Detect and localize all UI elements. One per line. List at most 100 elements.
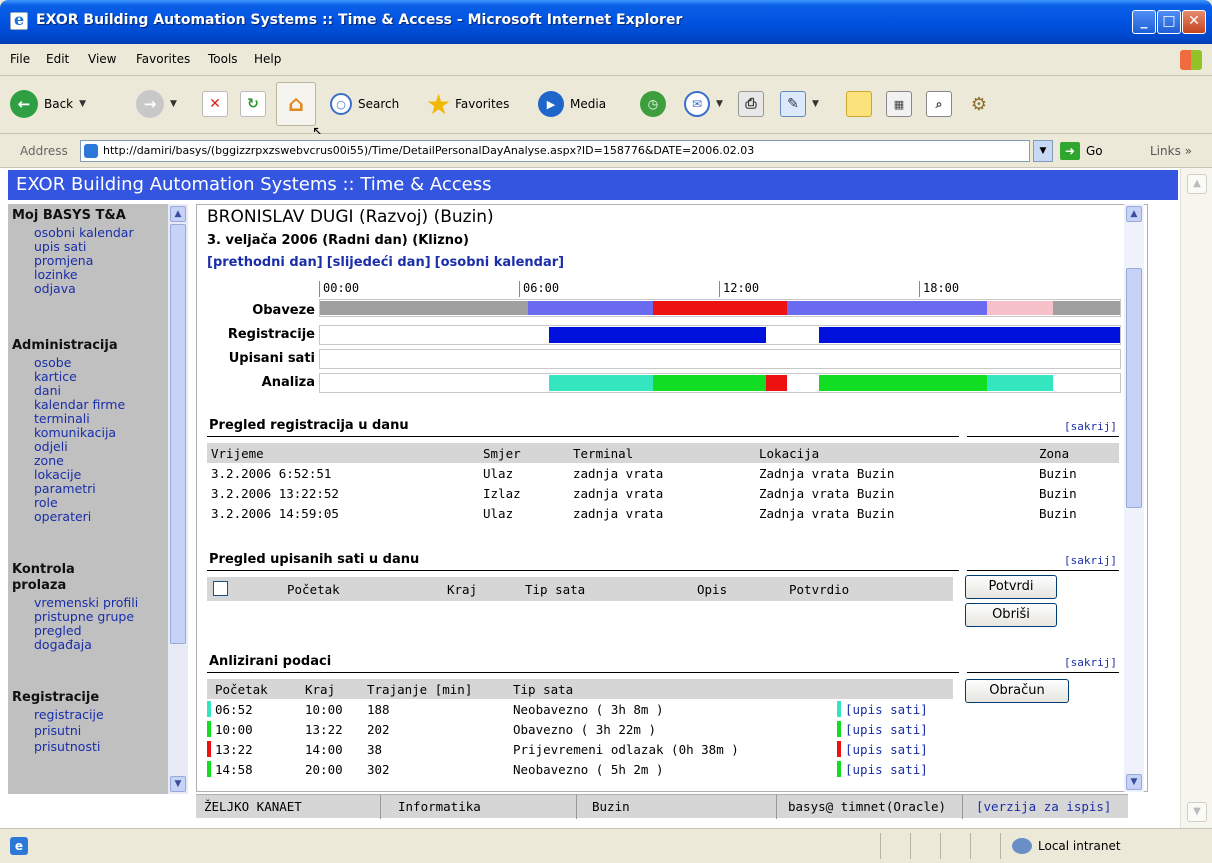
enter-hours-link[interactable]: [upis sati] [845,702,928,717]
scroll-thumb[interactable] [170,224,186,644]
back-button[interactable]: ← Back ▼ [10,88,86,120]
scroll-up-arrow-icon[interactable]: ▲ [170,206,186,222]
forward-button[interactable]: → ▼ [136,88,177,120]
sidebar-section-registracije: Registracije [12,690,100,705]
sidebar-item-odjeli[interactable]: odjeli [34,440,68,453]
sidebar-item-terminali[interactable]: terminali [34,412,90,425]
address-input[interactable]: http://damiri/basys/(bggizzrpxzswebvcrus… [80,140,1030,162]
links-button[interactable]: Links » [1150,144,1192,158]
history-button[interactable]: ◷ [640,88,666,120]
cell-time: 3.2.2006 14:59:05 [211,506,339,521]
timeline-segment [653,301,787,315]
menu-bar: File Edit View Favorites Tools Help [0,44,1212,76]
sidebar-item-dani[interactable]: dani [34,384,61,397]
confirm-button[interactable]: Potvrdi [965,575,1057,599]
sidebar-item-registracije[interactable]: registracije [34,708,104,721]
sidebar-item-kalendar-firme[interactable]: kalendar firme [34,398,125,411]
cell-zone: Buzin [1039,506,1077,521]
select-all-checkbox[interactable] [213,581,228,596]
sidebar-item-parametri[interactable]: parametri [34,482,96,495]
sidebar-item-zone[interactable]: zone [34,454,64,467]
column-header: Početak [287,582,340,597]
hide-analyzed-link[interactable]: [sakrij] [1064,656,1117,669]
personal-calendar-link[interactable]: [osobni kalendar] [435,255,564,270]
sidebar-item-osobni-kalendar[interactable]: osobni kalendar [34,226,134,239]
address-dropdown-button[interactable]: ▼ [1033,140,1053,162]
page-scrollbar[interactable]: ▲ ▼ [1180,168,1212,828]
minimize-button[interactable]: _ [1132,10,1156,34]
enter-hours-link[interactable]: [upis sati] [845,722,928,737]
scroll-up-arrow-icon[interactable]: ▲ [1126,206,1142,222]
scroll-up-arrow-icon[interactable]: ▲ [1187,174,1207,194]
scroll-down-arrow-icon[interactable]: ▼ [170,776,186,792]
close-button[interactable]: ✕ [1182,10,1206,34]
sidebar-item-kartice[interactable]: kartice [34,370,77,383]
cell-location: Zadnja vrata Buzin [759,486,895,501]
search-icon: ○ [330,93,352,115]
print-button[interactable]: ⎙ [738,88,764,120]
enter-hours-link[interactable]: [upis sati] [845,762,928,777]
delete-button[interactable]: Obriši [965,603,1057,627]
calculate-button[interactable]: Obračun [965,679,1069,703]
sidebar-item-promjena[interactable]: promjena [34,254,93,267]
cell-time: 3.2.2006 6:52:51 [211,466,332,481]
hide-entered-hours-link[interactable]: [sakrij] [1064,554,1117,567]
sidebar-item-lokacije[interactable]: lokacije [34,468,81,481]
timeline-segment [320,301,529,315]
sidebar-item-prisutnosti[interactable]: prisutnosti [34,740,100,753]
sidebar-item-prisutni[interactable]: prisutni [34,724,81,737]
sidebar-item-vremenski-profili[interactable]: vremenski profili [34,596,138,609]
menu-tools[interactable]: Tools [208,52,238,66]
discuss-button[interactable] [846,88,872,120]
home-button[interactable]: ⌂ [276,82,316,126]
mail-button[interactable]: ✉ ▼ [684,88,723,120]
menu-file[interactable]: File [10,52,30,66]
scroll-down-arrow-icon[interactable]: ▼ [1187,802,1207,822]
sidebar-item-komunikacija[interactable]: komunikacija [34,426,116,439]
go-button[interactable]: ➜ Go [1060,142,1103,160]
cell-type: Prijevremeni odlazak (0h 38m ) [513,742,739,757]
menu-help[interactable]: Help [254,52,281,66]
printer-icon: ⎙ [738,91,764,117]
scroll-down-arrow-icon[interactable]: ▼ [1126,774,1142,790]
column-header: Terminal [573,446,634,461]
next-day-link[interactable]: [slijedeći dan] [327,255,431,270]
main-scrollbar[interactable]: ▲ ▼ [1124,204,1144,792]
sidebar-item-upis-sati[interactable]: upis sati [34,240,86,253]
hide-registrations-link[interactable]: [sakrij] [1064,420,1117,433]
cell-direction: Izlaz [483,486,521,501]
column-header: Smjer [483,446,521,461]
maximize-button[interactable]: □ [1157,10,1181,34]
menu-edit[interactable]: Edit [46,52,69,66]
stop-button[interactable]: ✕ [202,88,228,120]
media-button[interactable]: ▶ Media [538,88,606,120]
messenger-button[interactable]: ⌕ [926,88,952,120]
sidebar-scrollbar[interactable]: ▲ ▼ [168,204,188,794]
menu-view[interactable]: View [88,52,116,66]
sidebar-item-operateri[interactable]: operateri [34,510,91,523]
sidebar-item-pregled[interactable]: pregled [34,624,82,637]
sidebar-item-lozinke[interactable]: lozinke [34,268,78,281]
timeline-label-registracije: Registracije [227,327,315,342]
hour-tick: 00:00 [319,281,359,297]
previous-day-link[interactable]: [prethodni dan] [207,255,323,270]
scroll-thumb[interactable] [1126,268,1142,508]
sidebar-item-dogadaja[interactable]: događaja [34,638,92,651]
timeline-segment [986,301,1054,315]
enter-hours-link[interactable]: [upis sati] [845,742,928,757]
favorites-button[interactable]: ★ Favorites [426,88,509,121]
sidebar-section-kontrola: Kontrola [12,562,75,577]
search-button[interactable]: ○ Search [330,88,399,120]
sidebar-item-pristupne-grupe[interactable]: pristupne grupe [34,610,134,623]
sidebar-item-role[interactable]: role [34,496,58,509]
sidebar-item-odjava[interactable]: odjava [34,282,76,295]
research-button[interactable]: ▦ [886,88,912,120]
cell-zone: Buzin [1039,466,1077,481]
menu-favorites[interactable]: Favorites [136,52,190,66]
sidebar-item-osobe[interactable]: osobe [34,356,71,369]
refresh-button[interactable]: ↻ [240,88,266,120]
print-version-link[interactable]: [verzija za ispis] [976,799,1111,814]
tools-button[interactable]: ⚙ [966,88,992,120]
edit-button[interactable]: ✎ ▼ [780,88,819,120]
cell-location: Zadnja vrata Buzin [759,506,895,521]
